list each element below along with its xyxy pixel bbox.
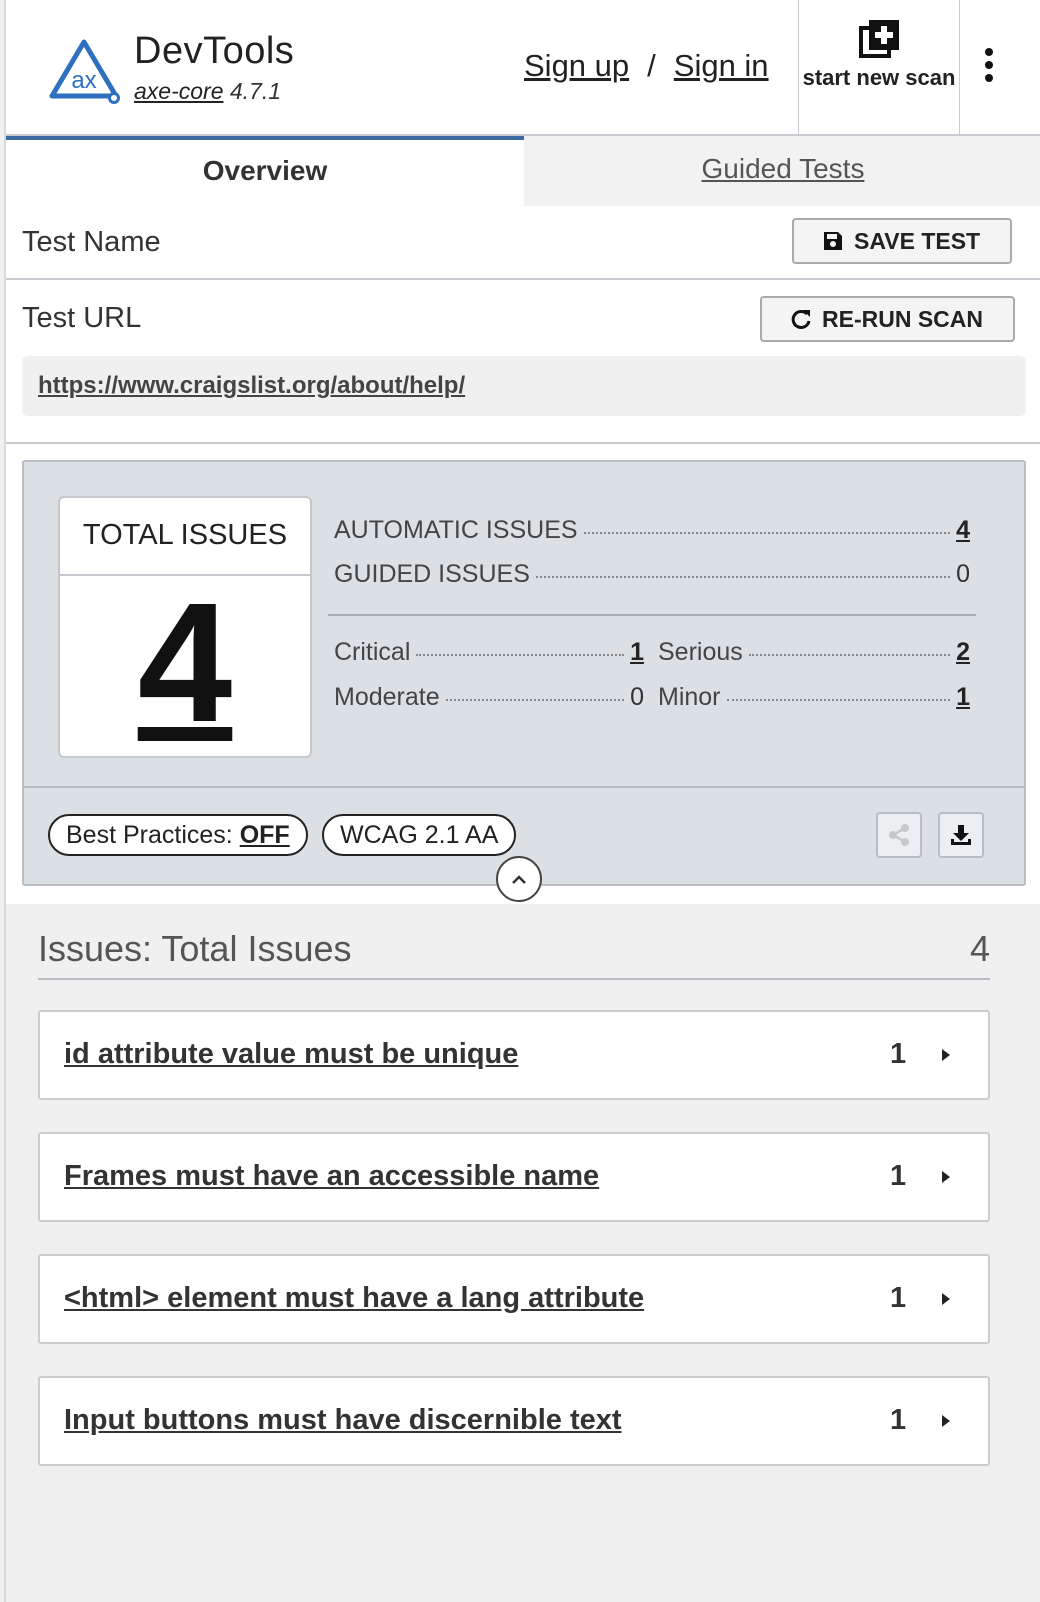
automatic-issues-count[interactable]: 4 — [956, 516, 970, 545]
issue-count: 1 — [890, 1282, 907, 1314]
chevron-right-icon — [942, 1171, 950, 1183]
issues-heading-title: Issues: Total Issues — [38, 928, 352, 969]
auth-links: Sign up / Sign in — [524, 48, 769, 84]
issues-heading-count: 4 — [969, 928, 990, 969]
issue-count: 1 — [890, 1038, 907, 1070]
guided-issues-line: GUIDED ISSUES 0 — [334, 560, 970, 594]
issue-summary-card: TOTAL ISSUES 4 AUTOMATIC ISSUES 4 GUIDED… — [22, 460, 1026, 886]
minor-line: Minor 1 — [658, 683, 970, 717]
re-run-scan-button[interactable]: RE-RUN SCAN — [760, 296, 1015, 342]
issue-name[interactable]: id attribute value must be unique — [64, 1038, 518, 1071]
chevron-right-icon — [942, 1293, 950, 1305]
axe-logo-icon: ax — [49, 39, 120, 104]
automatic-issues-label: AUTOMATIC ISSUES — [334, 516, 578, 544]
minor-label: Minor — [658, 683, 721, 711]
test-url-label: Test URL — [22, 302, 142, 334]
moderate-count: 0 — [630, 683, 644, 711]
version-number: 4.7.1 — [229, 78, 282, 104]
chevron-up-icon — [512, 875, 526, 884]
summary-section: TOTAL ISSUES 4 AUTOMATIC ISSUES 4 GUIDED… — [6, 444, 1040, 904]
svg-text:ax: ax — [71, 67, 96, 94]
tab-bar: Overview Guided Tests — [6, 136, 1040, 206]
summary-divider — [328, 614, 976, 616]
moderate-label: Moderate — [334, 683, 440, 711]
test-name-row: Test Name SAVE TEST — [6, 206, 1040, 280]
sign-up-link[interactable]: Sign up — [524, 48, 629, 83]
export-button[interactable] — [938, 812, 984, 858]
serious-label: Serious — [658, 638, 743, 666]
engine-version: axe-core 4.7.1 — [134, 78, 281, 105]
issues-heading: Issues: Total Issues 4 — [38, 928, 990, 980]
serious-line: Serious 2 — [658, 638, 970, 672]
best-practices-value: OFF — [239, 821, 290, 849]
test-url-link[interactable]: https://www.craigslist.org/about/help/ — [22, 356, 1026, 416]
critical-label: Critical — [334, 638, 411, 666]
tab-overview[interactable]: Overview — [6, 136, 524, 206]
auth-separator: / — [647, 48, 656, 83]
refresh-icon — [791, 309, 811, 329]
app-title: DevTools — [134, 30, 295, 72]
test-url-row: Test URL RE-RUN SCAN https://www.craigsl… — [6, 280, 1040, 444]
total-issues-count[interactable]: 4 — [60, 578, 310, 748]
tab-guided-tests[interactable]: Guided Tests — [524, 136, 1040, 206]
chevron-right-icon — [942, 1415, 950, 1427]
guided-issues-label: GUIDED ISSUES — [334, 560, 530, 588]
sign-in-link[interactable]: Sign in — [674, 48, 769, 83]
issue-row[interactable]: Input buttons must have discernible text… — [38, 1376, 990, 1466]
guided-issues-count: 0 — [956, 560, 970, 588]
moderate-line: Moderate 0 — [334, 683, 644, 717]
devtools-panel: ax DevTools axe-core 4.7.1 Sign up / Sign … — [4, 0, 1040, 1602]
add-box-icon — [859, 20, 899, 58]
critical-count[interactable]: 1 — [630, 638, 644, 667]
issue-name[interactable]: Frames must have an accessible name — [64, 1160, 599, 1193]
serious-count[interactable]: 2 — [956, 638, 970, 667]
total-issues-label: TOTAL ISSUES — [60, 498, 310, 576]
collapse-summary-button[interactable] — [496, 856, 542, 902]
save-test-label: SAVE TEST — [854, 228, 981, 254]
re-run-scan-label: RE-RUN SCAN — [822, 306, 983, 332]
issue-name[interactable]: Input buttons must have discernible text — [64, 1404, 622, 1437]
test-name-label: Test Name — [22, 226, 161, 258]
issue-count: 1 — [890, 1404, 907, 1436]
automatic-issues-line: AUTOMATIC ISSUES 4 — [334, 516, 970, 550]
critical-line: Critical 1 — [334, 638, 644, 672]
share-button[interactable] — [876, 812, 922, 858]
save-test-button[interactable]: SAVE TEST — [792, 218, 1013, 264]
chevron-right-icon — [942, 1049, 950, 1061]
issue-row[interactable]: <html> element must have a lang attribut… — [38, 1254, 990, 1344]
save-icon — [824, 232, 842, 250]
download-icon — [951, 825, 971, 845]
app-header: ax DevTools axe-core 4.7.1 Sign up / Sign … — [6, 0, 1040, 136]
minor-count[interactable]: 1 — [956, 683, 970, 712]
kebab-menu-icon[interactable] — [972, 48, 1006, 88]
best-practices-toggle[interactable]: Best Practices: OFF — [48, 814, 308, 856]
issue-row[interactable]: id attribute value must be unique 1 — [38, 1010, 990, 1100]
axe-core-link[interactable]: axe-core — [134, 78, 223, 104]
total-issues-card: TOTAL ISSUES 4 — [58, 496, 312, 758]
wcag-standard-pill[interactable]: WCAG 2.1 AA — [322, 814, 517, 856]
best-practices-label: Best Practices: — [66, 821, 233, 849]
issue-name[interactable]: <html> element must have a lang attribut… — [64, 1282, 644, 1315]
start-new-scan-label: start new scan — [802, 65, 956, 90]
issue-count: 1 — [890, 1160, 907, 1192]
issue-row[interactable]: Frames must have an accessible name 1 — [38, 1132, 990, 1222]
start-new-scan-button[interactable]: start new scan — [798, 0, 960, 134]
share-icon — [889, 824, 909, 846]
